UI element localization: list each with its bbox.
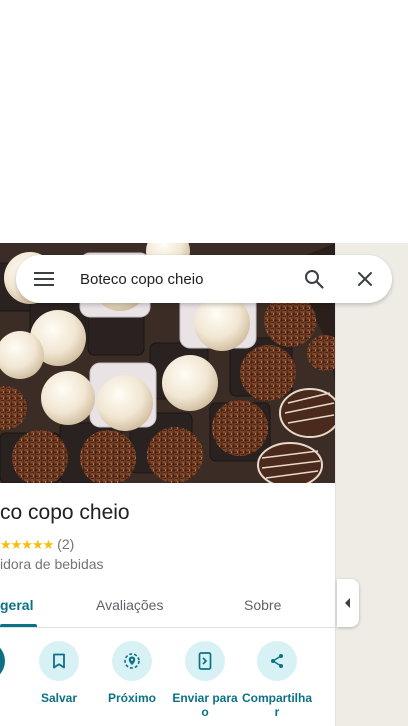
share-icon bbox=[257, 641, 297, 681]
collapse-panel-button[interactable] bbox=[337, 579, 359, 627]
send-to-phone-icon bbox=[185, 641, 225, 681]
map-canvas[interactable] bbox=[336, 243, 408, 726]
search-icon[interactable] bbox=[302, 267, 326, 291]
share-label: Compartilha r bbox=[241, 691, 312, 719]
place-title: co copo cheio bbox=[0, 501, 130, 524]
tab-about[interactable]: Sobre bbox=[244, 597, 281, 613]
directions-label: s bbox=[0, 691, 23, 705]
action-buttons-row: s Salvar Próximo bbox=[0, 641, 335, 726]
share-button[interactable]: Compartilha r bbox=[239, 641, 315, 719]
directions-icon bbox=[0, 641, 5, 681]
review-count[interactable]: (2) bbox=[57, 536, 74, 552]
caret-left-icon bbox=[345, 598, 350, 608]
close-icon[interactable] bbox=[353, 267, 377, 291]
nearby-button[interactable]: Próximo bbox=[94, 641, 170, 705]
bookmark-icon bbox=[39, 641, 79, 681]
hamburger-menu-icon[interactable] bbox=[30, 267, 58, 291]
send-to-phone-label: Enviar para o bbox=[172, 691, 238, 719]
place-details-panel: co copo cheio ★★★★★ (2) idora de bebidas… bbox=[0, 243, 336, 726]
active-tab-indicator bbox=[0, 624, 37, 627]
place-category[interactable]: idora de bebidas bbox=[0, 556, 104, 572]
tab-overview[interactable]: geral bbox=[0, 597, 33, 613]
save-button[interactable]: Salvar bbox=[21, 641, 97, 705]
place-tabs: geral Avaliações Sobre bbox=[0, 585, 335, 628]
rating-row: ★★★★★ (2) bbox=[0, 536, 74, 553]
blank-top-area bbox=[0, 0, 408, 243]
nearby-label: Próximo bbox=[107, 691, 156, 705]
nearby-icon bbox=[112, 641, 152, 681]
directions-button[interactable]: s bbox=[0, 641, 23, 705]
star-rating: ★★★★★ bbox=[0, 537, 54, 552]
search-bar bbox=[16, 255, 392, 303]
tab-reviews[interactable]: Avaliações bbox=[96, 597, 163, 613]
search-input[interactable] bbox=[80, 269, 290, 289]
send-to-phone-button[interactable]: Enviar para o bbox=[167, 641, 243, 719]
save-label: Salvar bbox=[40, 691, 78, 705]
